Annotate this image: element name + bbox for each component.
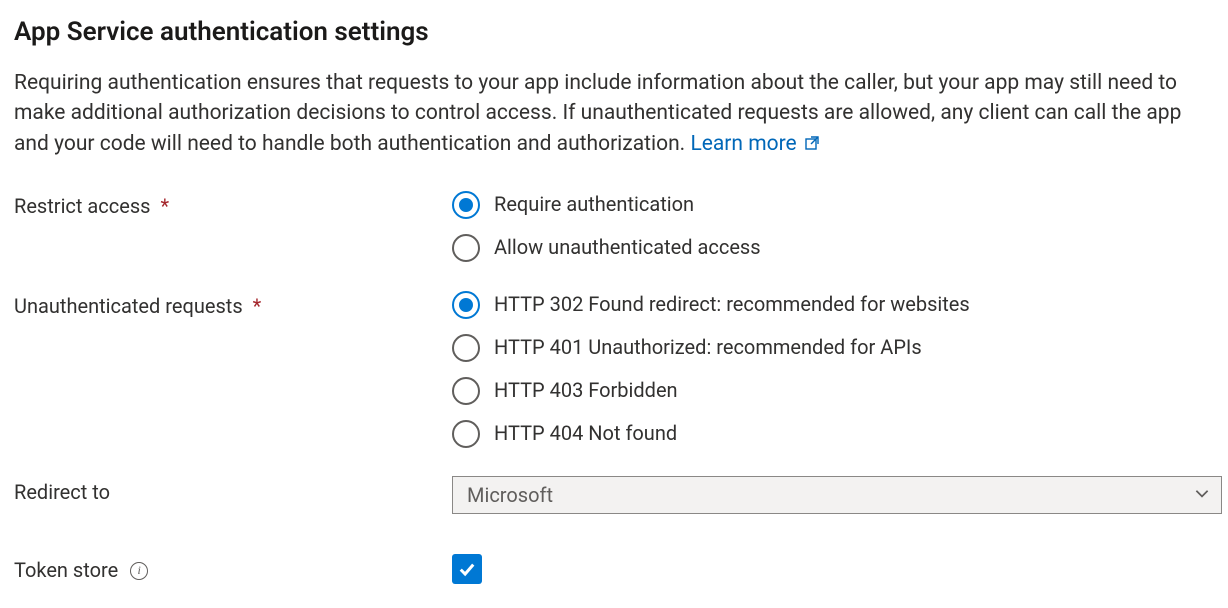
- token-store-checkbox[interactable]: [452, 554, 482, 584]
- radio-label: HTTP 404 Not found: [494, 419, 677, 448]
- radio-allow-unauthenticated[interactable]: Allow unauthenticated access: [452, 233, 1214, 262]
- redirect-to-field: Redirect to Microsoft: [14, 476, 1214, 514]
- required-asterisk: *: [160, 192, 169, 221]
- restrict-access-field: Restrict access * Require authentication…: [14, 190, 1214, 262]
- radio-indicator: [452, 334, 480, 362]
- chevron-down-icon: [1193, 481, 1211, 510]
- radio-indicator: [452, 234, 480, 262]
- description-text: Requiring authentication ensures that re…: [14, 71, 1181, 156]
- radio-label: HTTP 403 Forbidden: [494, 376, 678, 405]
- redirect-to-label: Redirect to: [14, 476, 452, 507]
- unauthenticated-requests-label: Unauthenticated requests *: [14, 290, 452, 321]
- radio-require-authentication[interactable]: Require authentication: [452, 190, 1214, 219]
- external-link-icon: [804, 130, 820, 160]
- radio-label: Require authentication: [494, 190, 694, 219]
- checkmark-icon: [457, 559, 477, 579]
- restrict-access-label-text: Restrict access: [14, 192, 150, 221]
- radio-indicator: [452, 420, 480, 448]
- token-store-label-text: Token store: [14, 556, 118, 585]
- restrict-access-label: Restrict access *: [14, 190, 452, 221]
- token-store-field: Token store i: [14, 554, 1214, 585]
- radio-label: Allow unauthenticated access: [494, 233, 761, 262]
- restrict-access-options: Require authentication Allow unauthentic…: [452, 190, 1214, 262]
- radio-indicator: [452, 191, 480, 219]
- redirect-to-label-text: Redirect to: [14, 478, 110, 507]
- learn-more-link[interactable]: Learn more: [690, 132, 819, 156]
- info-icon[interactable]: i: [130, 562, 148, 580]
- token-store-label: Token store i: [14, 554, 452, 585]
- radio-http-404[interactable]: HTTP 404 Not found: [452, 419, 1214, 448]
- radio-http-401[interactable]: HTTP 401 Unauthorized: recommended for A…: [452, 333, 1214, 362]
- radio-label: HTTP 401 Unauthorized: recommended for A…: [494, 333, 922, 362]
- unauth-requests-label-text: Unauthenticated requests: [14, 292, 243, 321]
- radio-label: HTTP 302 Found redirect: recommended for…: [494, 290, 970, 319]
- unauthenticated-requests-options: HTTP 302 Found redirect: recommended for…: [452, 290, 1214, 448]
- unauthenticated-requests-field: Unauthenticated requests * HTTP 302 Foun…: [14, 290, 1214, 448]
- radio-indicator: [452, 291, 480, 319]
- radio-http-403[interactable]: HTTP 403 Forbidden: [452, 376, 1214, 405]
- radio-http-302[interactable]: HTTP 302 Found redirect: recommended for…: [452, 290, 1214, 319]
- redirect-to-dropdown[interactable]: Microsoft: [452, 476, 1222, 514]
- learn-more-label: Learn more: [690, 132, 796, 156]
- page-title: App Service authentication settings: [14, 14, 1214, 52]
- dropdown-value: Microsoft: [467, 481, 553, 510]
- required-asterisk: *: [253, 292, 262, 321]
- description-paragraph: Requiring authentication ensures that re…: [14, 68, 1199, 160]
- radio-indicator: [452, 377, 480, 405]
